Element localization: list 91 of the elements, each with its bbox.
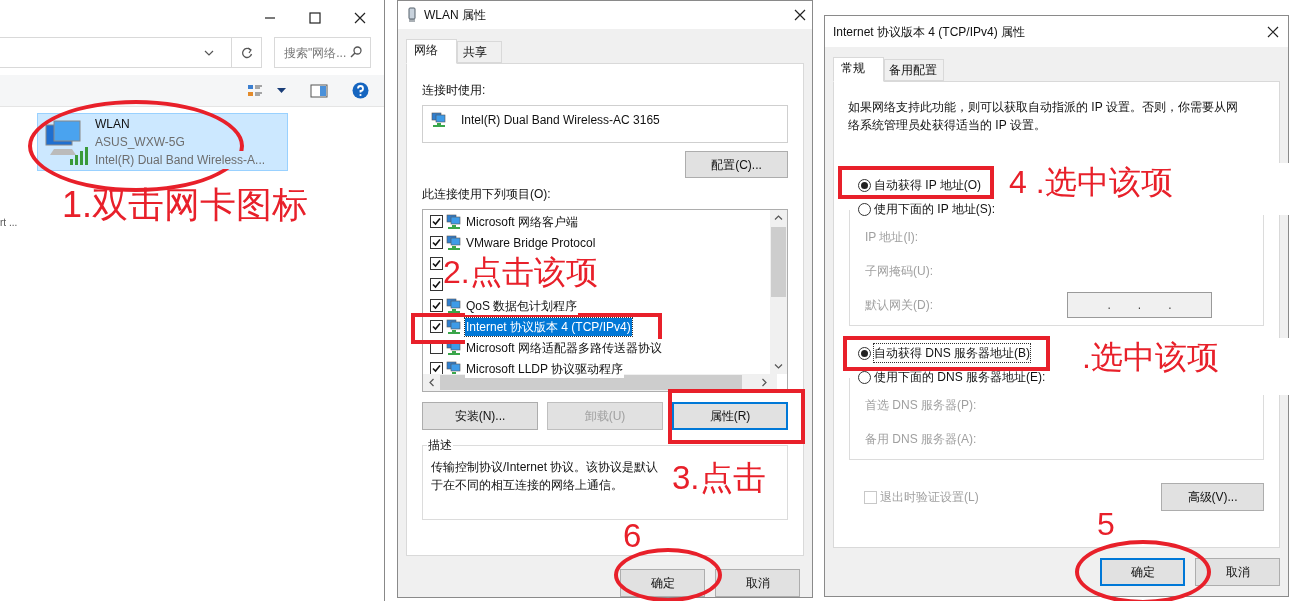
- radio-button[interactable]: [858, 202, 871, 216]
- tab[interactable]: 共享: [457, 41, 502, 63]
- annotation-text: 1.双击网卡图标: [62, 183, 309, 227]
- check-icon: [432, 301, 441, 310]
- network-adapter-icon: [431, 112, 447, 128]
- search-icon: [350, 46, 362, 58]
- chevron-down-icon: [204, 49, 214, 56]
- ip-separator: .: [1137, 297, 1142, 314]
- checkbox[interactable]: [430, 257, 443, 270]
- check-icon: [432, 238, 441, 247]
- dialog-button[interactable]: 确定: [620, 569, 705, 597]
- network-component-icon: [446, 213, 462, 230]
- dialog-button[interactable]: 属性(R): [672, 402, 788, 430]
- network-component-icon: [446, 297, 462, 314]
- checkbox[interactable]: [430, 278, 443, 291]
- maximize-icon: [309, 11, 321, 24]
- caret-icon: [277, 88, 286, 93]
- section-label: 此连接使用下列项目(O):: [422, 186, 552, 203]
- close-icon: [1267, 25, 1279, 38]
- check-icon: [432, 217, 441, 226]
- annotation-text: 5: [1097, 505, 1115, 544]
- advanced-button[interactable]: 高级(V)...: [1161, 483, 1264, 511]
- scroll-down-icon: [774, 364, 783, 369]
- description-text: 传输控制协议/Internet 协议。该协议是默认: [431, 459, 659, 476]
- annotation-text: 3.点击: [672, 458, 766, 498]
- checkbox[interactable]: [430, 236, 443, 249]
- list-item[interactable]: Internet 协议版本 4 (TCP/IPv4): [465, 317, 632, 336]
- list-item[interactable]: QoS 数据包计划程序: [465, 296, 579, 315]
- ip-separator: .: [1107, 297, 1111, 314]
- radio-label: 自动获得 DNS 服务器地址(B): [874, 344, 1030, 362]
- field-label: IP 地址(I):: [865, 229, 919, 246]
- adapter-description: Intel(R) Dual Band Wireless-A...: [95, 151, 266, 169]
- tab[interactable]: 备用配置: [884, 59, 944, 81]
- network-adapter-icon: [42, 119, 90, 167]
- help-icon: [352, 82, 369, 99]
- scrollbar-thumb[interactable]: [771, 227, 786, 297]
- window-title: Internet 协议版本 4 (TCP/IPv4) 属性: [833, 23, 1026, 41]
- tab[interactable]: 常规: [833, 57, 884, 82]
- checkbox-label: 退出时验证设置(L): [880, 489, 979, 506]
- network-component-icon: [446, 318, 462, 335]
- checkbox[interactable]: [430, 299, 443, 312]
- scroll-left-icon: [429, 378, 434, 387]
- field-label: 默认网关(D):: [865, 297, 933, 314]
- radio-label: 使用下面的 IP 地址(S):: [874, 201, 996, 218]
- dialog-button[interactable]: 取消: [1195, 558, 1280, 586]
- check-icon: [432, 280, 441, 289]
- radio-label: 自动获得 IP 地址(O): [874, 177, 982, 194]
- annotation-text: 6: [623, 516, 642, 556]
- checkbox[interactable]: [430, 320, 443, 333]
- truncated-text: rt ...: [0, 216, 18, 230]
- vertical-scrollbar[interactable]: [770, 210, 787, 374]
- tab[interactable]: 网络: [406, 39, 457, 64]
- radio-button[interactable]: [858, 178, 871, 192]
- field-label: 备用 DNS 服务器(A):: [865, 431, 977, 448]
- close-icon: [354, 11, 366, 24]
- window-title: WLAN 属性: [424, 7, 486, 24]
- network-component-icon: [446, 360, 462, 377]
- scroll-up-icon: [774, 215, 783, 220]
- search-field[interactable]: 搜索"网络...: [274, 37, 371, 68]
- group-label: 描述: [427, 437, 453, 454]
- description-text: 于在不同的相互连接的网络上通信。: [431, 477, 623, 494]
- radio-label: 使用下面的 DNS 服务器地址(E):: [874, 369, 1046, 386]
- ip-separator: .: [1168, 297, 1172, 314]
- preview-pane-icon: [310, 83, 328, 98]
- refresh-icon: [240, 46, 253, 59]
- list-item[interactable]: Microsoft LLDP 协议驱动程序: [465, 359, 625, 378]
- close-icon: [794, 9, 806, 21]
- scroll-right-icon: [762, 378, 767, 387]
- list-item[interactable]: Microsoft 网络客户端: [465, 212, 579, 231]
- check-icon: [432, 322, 441, 331]
- intro-text: 如果网络支持此功能，则可以获取自动指派的 IP 设置。否则，你需要从网络系统管理员处获得适当的 IP 设置。: [848, 99, 1239, 134]
- field-label: 子网掩码(U):: [865, 263, 933, 280]
- dialog-button[interactable]: 确定: [1100, 558, 1185, 586]
- adapter-name: WLAN: [95, 116, 131, 133]
- dialog-button[interactable]: 取消: [715, 569, 800, 597]
- network-name: ASUS_WXW-5G: [95, 134, 186, 151]
- network-adapter-item[interactable]: WLAN ASUS_WXW-5G Intel(R) Dual Band Wireless-A...: [37, 113, 288, 171]
- list-item[interactable]: Microsoft 网络适配器多路传送器协议: [465, 338, 663, 357]
- check-icon: [432, 364, 441, 373]
- radio-button[interactable]: [858, 346, 871, 360]
- adapter-name: Intel(R) Dual Band Wireless-AC 3165: [461, 112, 660, 129]
- configure-button[interactable]: 配置(C)...: [685, 151, 788, 178]
- view-options-icon: [247, 82, 263, 99]
- network-component-icon: [446, 234, 462, 251]
- section-label: 连接时使用:: [422, 82, 487, 99]
- dialog-button[interactable]: 安装(N)...: [422, 402, 538, 430]
- field-label: 首选 DNS 服务器(P):: [865, 397, 977, 414]
- check-icon: [432, 259, 441, 268]
- adapter-card-icon: [407, 7, 417, 23]
- annotation-text: 2.点击该项: [443, 256, 598, 288]
- checkbox[interactable]: [430, 215, 443, 228]
